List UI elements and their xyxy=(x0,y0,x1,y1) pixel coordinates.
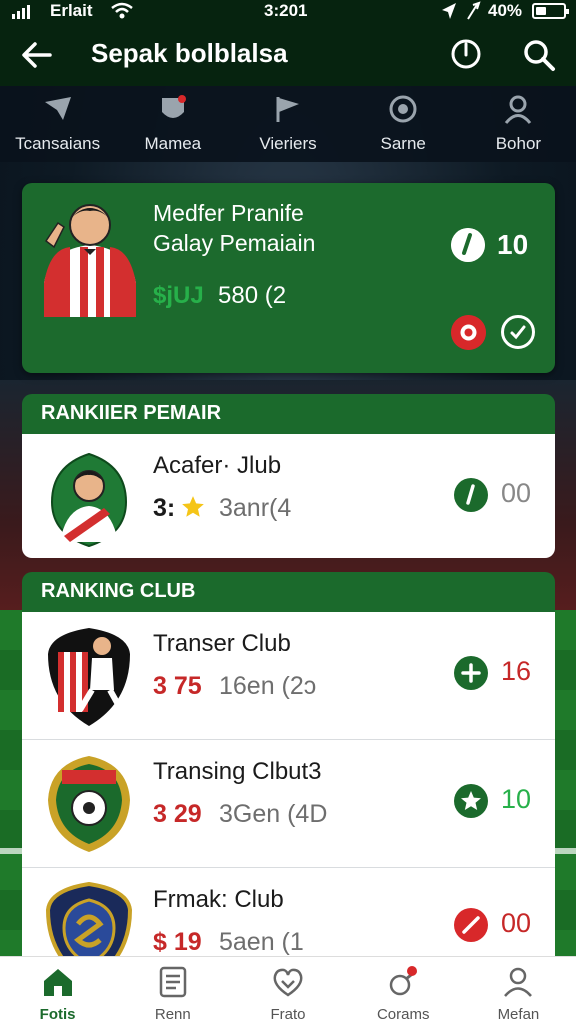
player-avatar xyxy=(44,204,136,317)
home-icon xyxy=(43,969,72,996)
tab-list[interactable]: Renn xyxy=(115,957,230,1024)
clock: 3:201 xyxy=(264,1,308,20)
tab-category-3[interactable]: Vieriers xyxy=(230,86,345,162)
carrier-label: Erlait xyxy=(50,1,93,20)
battery-percent: 40% xyxy=(488,1,523,20)
tab-home[interactable]: Fotis xyxy=(0,957,115,1024)
category-label: Mamea xyxy=(144,134,202,153)
player-row[interactable]: Acafer· Jlub 3: 3anr(4 00 xyxy=(22,434,555,558)
club-value: 00 xyxy=(501,908,532,938)
featured-subtitle-a: Galay xyxy=(153,230,214,256)
club-rank: $ 19 xyxy=(153,928,202,956)
club-row[interactable]: Frmak: Club $ 19 5aen (1 00 xyxy=(22,868,555,956)
edit-icon xyxy=(454,908,488,942)
player-avatar xyxy=(50,452,128,548)
featured-stat-currency: $jUJ xyxy=(153,282,204,309)
club-row[interactable]: Transer Club 3 75 16en (2ↄ 16 xyxy=(22,612,555,740)
club-crest-icon xyxy=(48,628,130,726)
club-name: Transer Club xyxy=(153,630,291,657)
check-icon[interactable] xyxy=(501,315,535,349)
club-row[interactable]: Transing Clbut3 3 29 3Gen (4D 10 xyxy=(22,740,555,868)
player-value: 00 xyxy=(501,478,532,508)
featured-player-name: Medfer Pranife xyxy=(153,200,304,226)
player-rank: 3: xyxy=(153,494,176,522)
plus-icon xyxy=(454,656,488,690)
club-stat: 5aen (1 xyxy=(219,928,304,956)
club-stat: 16en (2ↄ xyxy=(219,672,317,700)
club-rank: 3 29 xyxy=(153,800,202,828)
flag-icon xyxy=(276,97,299,122)
status-bar: Erlait 3:201 40% xyxy=(0,0,576,24)
club-ranking-card: Transer Club 3 75 16en (2ↄ 16 Transing C… xyxy=(22,612,555,956)
person-icon xyxy=(505,95,532,124)
app-header: Sepak bolblalsa xyxy=(0,24,576,86)
tab-category-2[interactable]: Mamea xyxy=(115,86,230,162)
star-icon xyxy=(454,784,488,818)
signal-icon xyxy=(12,3,30,19)
club-crest-icon xyxy=(45,881,133,956)
featured-score: 10 xyxy=(497,229,529,260)
category-label: Bohor xyxy=(495,134,542,153)
tab-category-5[interactable]: Bohor xyxy=(461,86,576,162)
tab-label: Renn xyxy=(154,1006,191,1023)
tab-label: Corams xyxy=(376,1006,430,1023)
tab-label: Mefan xyxy=(497,1006,540,1023)
tab-profile[interactable]: Mefan xyxy=(461,957,576,1024)
list-card-icon xyxy=(159,966,187,998)
club-name: Transing Clbut3 xyxy=(153,758,322,785)
section-header-players: RANKIIER PEMAIR xyxy=(22,394,555,434)
featured-subtitle-b: Pemaiain xyxy=(219,230,316,256)
category-tabs: Tcansaians Mamea Vieriers Sarne Bohor xyxy=(0,86,576,162)
back-arrow-icon[interactable] xyxy=(20,38,54,72)
category-label: Tcansaians xyxy=(15,134,101,153)
featured-stat-value: 580 (2 xyxy=(218,282,287,309)
category-label: Vieriers xyxy=(259,134,317,153)
club-crest-icon xyxy=(48,756,130,852)
tab-category-4[interactable]: Sarne xyxy=(346,86,461,162)
category-label: Sarne xyxy=(380,134,426,153)
club-stat: 3Gen (4D xyxy=(219,800,328,828)
navigation-icon xyxy=(467,1,481,20)
tab-favorites[interactable]: Frato xyxy=(230,957,345,1024)
club-rank: 3 75 xyxy=(153,672,202,700)
club-name: Frmak: Club xyxy=(153,886,284,913)
power-icon[interactable] xyxy=(450,38,482,70)
wifi-icon xyxy=(111,2,133,19)
star-icon xyxy=(182,496,204,517)
paper-plane-icon xyxy=(44,97,71,120)
tab-label: Frato xyxy=(270,1006,306,1023)
player-stat: 3anr(4 xyxy=(219,494,292,522)
tab-category-1[interactable]: Tcansaians xyxy=(0,86,115,162)
club-value: 16 xyxy=(501,656,532,686)
search-icon[interactable] xyxy=(522,38,556,72)
ball-icon xyxy=(389,95,417,123)
alert-badge-icon[interactable] xyxy=(451,315,486,350)
user-icon xyxy=(504,967,533,997)
featured-player-card[interactable]: Medfer Pranife Galay Pemaiain $jUJ 580 (… xyxy=(22,183,555,373)
tab-referee[interactable]: Corams xyxy=(346,957,461,1024)
shield-badge-icon xyxy=(161,95,186,118)
tab-label: Fotis xyxy=(39,1006,76,1023)
featured-player-subtitle: Galay Pemaiain xyxy=(153,230,315,257)
bottom-navigation: Fotis Renn Frato Corams Mefan xyxy=(0,956,576,1024)
info-icon xyxy=(451,228,485,262)
player-ranking-card: Acafer· Jlub 3: 3anr(4 00 xyxy=(22,434,555,558)
battery-icon xyxy=(532,3,569,19)
heart-badge-icon xyxy=(273,968,303,997)
player-name: Acafer· Jlub xyxy=(153,452,282,479)
page-title: Sepak bolblalsa xyxy=(91,38,288,68)
check-icon xyxy=(454,478,488,512)
club-value: 10 xyxy=(501,784,532,814)
location-icon xyxy=(442,3,456,19)
section-header-clubs: RANKING CLUB xyxy=(22,572,555,612)
whistle-icon xyxy=(389,966,418,996)
